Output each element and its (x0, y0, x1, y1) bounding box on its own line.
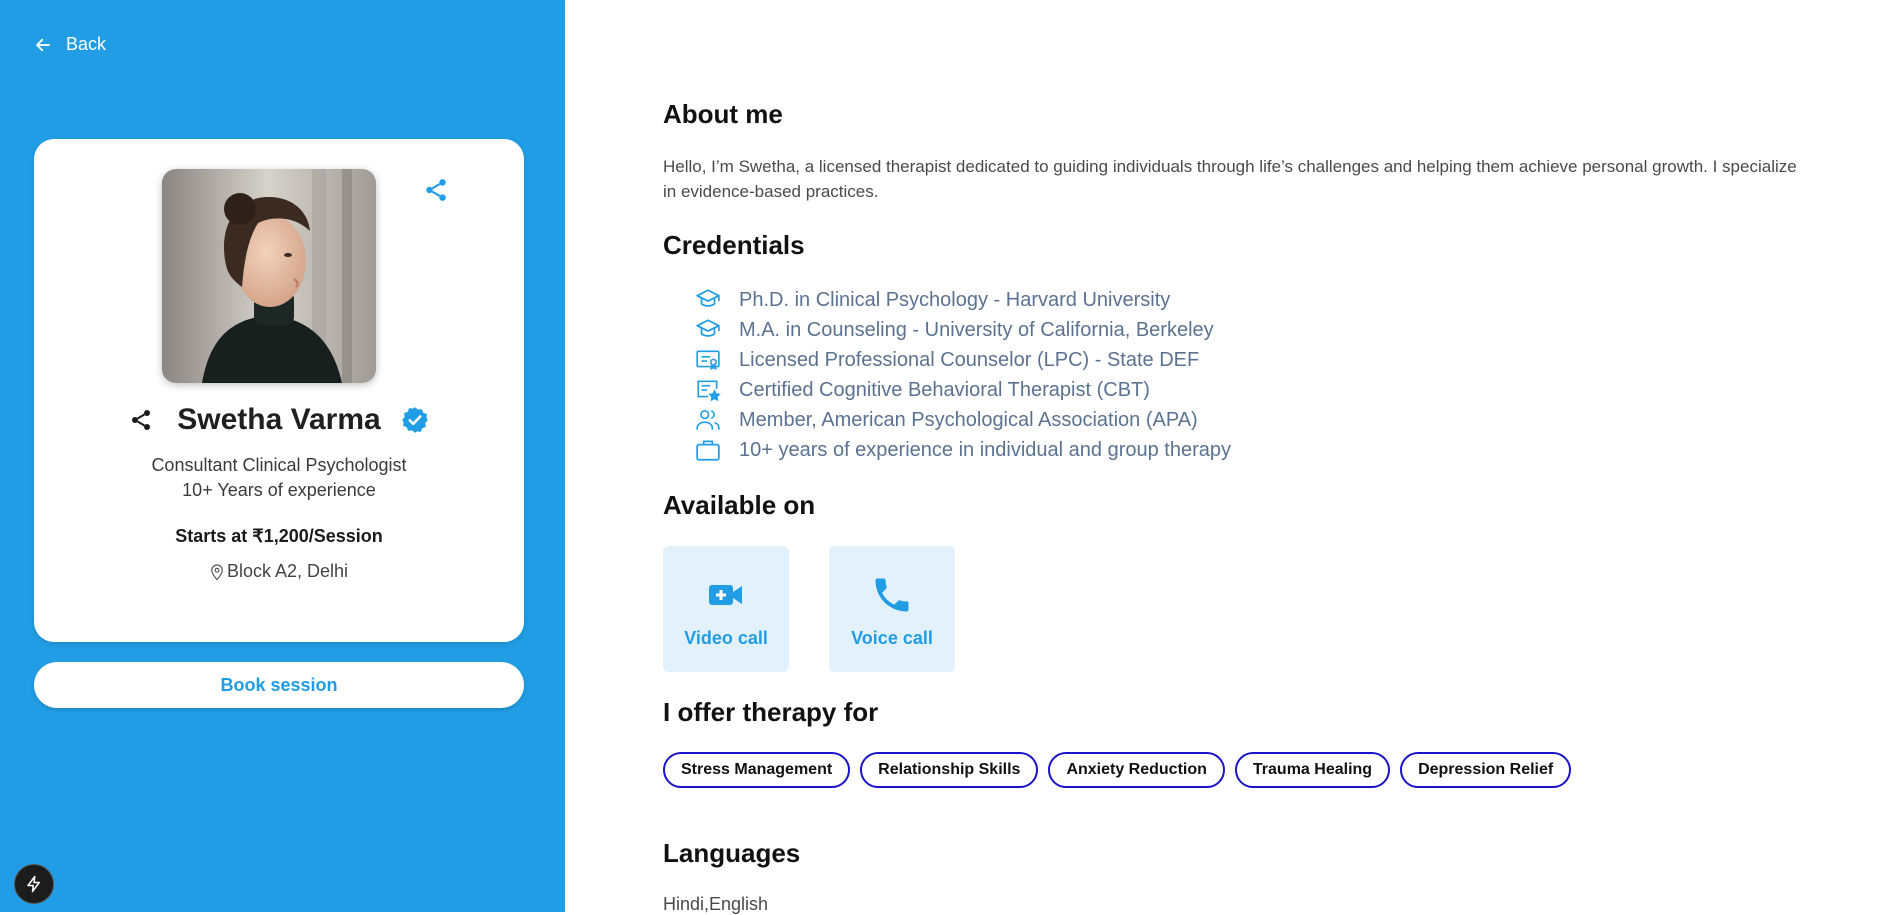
video-call-icon (709, 585, 742, 605)
therapist-title: Consultant Clinical Psychologist (151, 455, 407, 475)
share-icon[interactable] (129, 408, 153, 432)
about-heading: About me (663, 99, 783, 129)
credential-item: Member, American Psychological Associati… (693, 405, 1231, 435)
avatar (162, 169, 376, 383)
video-call-option[interactable]: Video call (663, 546, 789, 672)
book-session-button[interactable]: Book session (34, 662, 524, 708)
arrow-left-icon (36, 38, 50, 51)
therapy-tag[interactable]: Stress Management (663, 752, 851, 788)
therapy-tag[interactable]: Relationship Skills (860, 752, 1039, 788)
therapy-heading: I offer therapy for (663, 697, 879, 727)
therapist-name: Swetha Varma (177, 403, 381, 436)
about-text: Hello, I’m Swetha, a licensed therapist … (663, 157, 1797, 201)
therapy-tags: Stress Management Relationship Skills An… (663, 752, 1581, 788)
share-icon[interactable] (423, 177, 449, 203)
credential-item: Licensed Professional Counselor (LPC) - … (693, 345, 1231, 375)
back-button[interactable]: Back (34, 34, 106, 55)
credentials-list: Ph.D. in Clinical Psychology - Harvard U… (693, 285, 1231, 465)
users-icon (693, 405, 723, 435)
profile-sidebar: Back Swetha Varma Consultant Clinical Ps… (0, 0, 565, 912)
certificate-star-icon (693, 375, 723, 405)
credential-item: 10+ years of experience in individual an… (693, 435, 1231, 465)
lightning-icon (27, 875, 40, 893)
voice-call-option[interactable]: Voice call (829, 546, 955, 672)
graduation-cap-icon (693, 315, 723, 345)
credential-item: M.A. in Counseling - University of Calif… (693, 315, 1231, 345)
verified-badge-icon (401, 407, 428, 433)
dev-tools-button[interactable] (14, 864, 54, 904)
experience-text: 10+ Years of experience (182, 480, 376, 500)
video-call-label: Video call (684, 628, 768, 648)
phone-icon (875, 578, 909, 612)
therapy-tag[interactable]: Depression Relief (1400, 752, 1572, 788)
credential-item: Certified Cognitive Behavioral Therapist… (693, 375, 1231, 405)
graduation-cap-icon (693, 285, 723, 315)
location-text: Block A2, Delhi (226, 561, 349, 581)
map-pin-icon (211, 563, 223, 580)
session-price: Starts at ₹1,200/Session (175, 526, 383, 546)
briefcase-icon (693, 435, 723, 465)
languages-heading: Languages (663, 838, 801, 868)
profile-card: Swetha Varma Consultant Clinical Psychol… (34, 139, 524, 642)
certificate-icon (693, 345, 723, 375)
therapy-tag[interactable]: Anxiety Reduction (1048, 752, 1225, 788)
name-row: Swetha Varma (34, 403, 524, 437)
location: Block A2, Delhi (34, 561, 524, 582)
availability-heading: Available on (663, 490, 816, 520)
back-label: Back (66, 34, 107, 54)
voice-call-label: Voice call (851, 628, 933, 648)
credential-item: Ph.D. in Clinical Psychology - Harvard U… (693, 285, 1231, 315)
credentials-heading: Credentials (663, 230, 805, 260)
therapy-tag[interactable]: Trauma Healing (1234, 752, 1391, 788)
